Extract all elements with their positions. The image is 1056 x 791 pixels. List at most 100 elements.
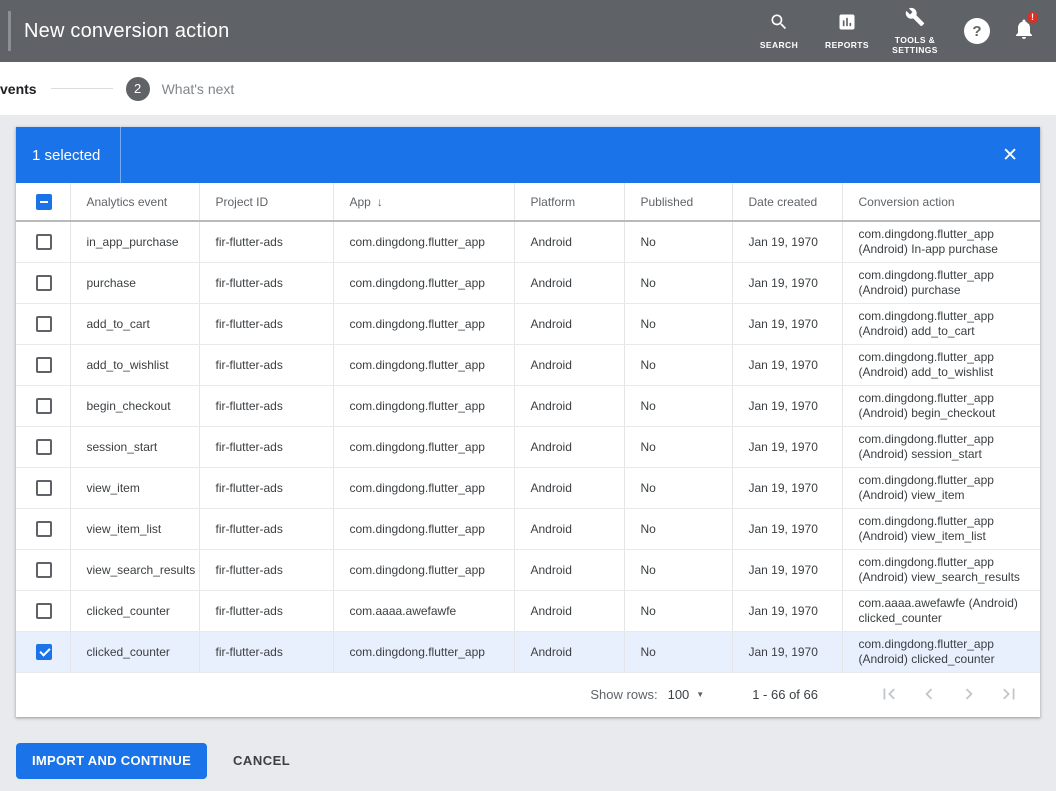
cell-platform: Android xyxy=(514,344,624,385)
cell-platform: Android xyxy=(514,303,624,344)
step2-circle[interactable]: 2 xyxy=(126,77,150,101)
row-checkbox-cell[interactable] xyxy=(16,221,70,262)
cell-published: No xyxy=(624,344,732,385)
table-row[interactable]: add_to_cart fir-flutter-ads com.dingdong… xyxy=(16,303,1040,344)
column-header-date-created[interactable]: Date created xyxy=(732,183,842,221)
row-checkbox[interactable] xyxy=(36,603,52,619)
row-checkbox[interactable] xyxy=(36,357,52,373)
select-all-checkbox[interactable] xyxy=(36,194,52,210)
row-checkbox-cell[interactable] xyxy=(16,549,70,590)
row-checkbox[interactable] xyxy=(36,439,52,455)
cell-date-created: Jan 19, 1970 xyxy=(732,344,842,385)
cell-project-id: fir-flutter-ads xyxy=(199,549,333,590)
table-row[interactable]: view_item fir-flutter-ads com.dingdong.f… xyxy=(16,467,1040,508)
help-icon: ? xyxy=(972,23,981,40)
first-page-icon[interactable] xyxy=(878,683,902,707)
cell-conversion-action: com.dingdong.flutter_app (Android) begin… xyxy=(842,385,1040,426)
row-checkbox[interactable] xyxy=(36,521,52,537)
table-row[interactable]: clicked_counter fir-flutter-ads com.aaaa… xyxy=(16,590,1040,631)
row-checkbox[interactable] xyxy=(36,480,52,496)
table-row[interactable]: session_start fir-flutter-ads com.dingdo… xyxy=(16,426,1040,467)
row-checkbox-cell[interactable] xyxy=(16,344,70,385)
cell-analytics-event: begin_checkout xyxy=(70,385,199,426)
cell-project-id: fir-flutter-ads xyxy=(199,344,333,385)
cell-app: com.dingdong.flutter_app xyxy=(333,303,514,344)
row-checkbox-cell[interactable] xyxy=(16,426,70,467)
cell-date-created: Jan 19, 1970 xyxy=(732,303,842,344)
table-header-row: Analytics event Project ID App↓ Platform… xyxy=(16,183,1040,221)
row-checkbox-cell[interactable] xyxy=(16,508,70,549)
row-checkbox-cell[interactable] xyxy=(16,385,70,426)
row-checkbox-cell[interactable] xyxy=(16,631,70,672)
last-page-icon[interactable] xyxy=(998,683,1022,707)
cell-platform: Android xyxy=(514,467,624,508)
cell-date-created: Jan 19, 1970 xyxy=(732,385,842,426)
table-row[interactable]: add_to_wishlist fir-flutter-ads com.ding… xyxy=(16,344,1040,385)
column-header-analytics-event[interactable]: Analytics event xyxy=(70,183,199,221)
selection-toolbar: 1 selected ✕ xyxy=(16,127,1040,183)
bell-icon xyxy=(1012,28,1036,45)
cell-published: No xyxy=(624,262,732,303)
row-checkbox-cell[interactable] xyxy=(16,467,70,508)
column-header-published[interactable]: Published xyxy=(624,183,732,221)
row-checkbox-cell[interactable] xyxy=(16,590,70,631)
row-checkbox[interactable] xyxy=(36,275,52,291)
column-header-project-id[interactable]: Project ID xyxy=(199,183,333,221)
table-row[interactable]: view_search_results fir-flutter-ads com.… xyxy=(16,549,1040,590)
cell-analytics-event: view_item xyxy=(70,467,199,508)
pagination-range: 1 - 66 of 66 xyxy=(752,687,818,702)
column-header-platform[interactable]: Platform xyxy=(514,183,624,221)
column-header-conversion-action[interactable]: Conversion action xyxy=(842,183,1040,221)
search-icon xyxy=(769,12,789,37)
step1-label-partial[interactable]: vents xyxy=(0,81,37,97)
table-row[interactable]: view_item_list fir-flutter-ads com.dingd… xyxy=(16,508,1040,549)
reports-icon xyxy=(837,12,857,37)
step2-label[interactable]: What's next xyxy=(162,81,235,97)
cell-platform: Android xyxy=(514,590,624,631)
cell-app: com.dingdong.flutter_app xyxy=(333,426,514,467)
action-bar: IMPORT AND CONTINUE CANCEL xyxy=(16,743,1040,779)
cell-project-id: fir-flutter-ads xyxy=(199,303,333,344)
row-checkbox[interactable] xyxy=(36,398,52,414)
cell-conversion-action: com.dingdong.flutter_app (Android) view_… xyxy=(842,508,1040,549)
row-checkbox-cell[interactable] xyxy=(16,303,70,344)
table-row[interactable]: in_app_purchase fir-flutter-ads com.ding… xyxy=(16,221,1040,262)
search-nav-button[interactable]: SEARCH xyxy=(746,12,812,50)
table-row[interactable]: purchase fir-flutter-ads com.dingdong.fl… xyxy=(16,262,1040,303)
table-row[interactable]: clicked_counter fir-flutter-ads com.ding… xyxy=(16,631,1040,672)
column-header-app[interactable]: App↓ xyxy=(333,183,514,221)
appbar: New conversion action SEARCH REPORTS TOO… xyxy=(0,0,1056,62)
cell-analytics-event: add_to_wishlist xyxy=(70,344,199,385)
cell-published: No xyxy=(624,590,732,631)
row-checkbox[interactable] xyxy=(36,562,52,578)
stepper-connector-line xyxy=(51,88,113,89)
row-checkbox[interactable] xyxy=(36,234,52,250)
select-all-cell[interactable] xyxy=(16,183,70,221)
row-checkbox-cell[interactable] xyxy=(16,262,70,303)
table-row[interactable]: begin_checkout fir-flutter-ads com.dingd… xyxy=(16,385,1040,426)
cell-app: com.aaaa.awefawfe xyxy=(333,590,514,631)
notifications-button[interactable]: ! xyxy=(1012,17,1036,46)
previous-page-icon[interactable] xyxy=(918,683,942,707)
close-icon[interactable]: ✕ xyxy=(1002,146,1040,165)
cell-conversion-action: com.dingdong.flutter_app (Android) sessi… xyxy=(842,426,1040,467)
cell-project-id: fir-flutter-ads xyxy=(199,631,333,672)
tools-settings-nav-label: TOOLS & SETTINGS xyxy=(882,35,948,55)
table-body: in_app_purchase fir-flutter-ads com.ding… xyxy=(16,221,1040,672)
cell-conversion-action: com.dingdong.flutter_app (Android) view_… xyxy=(842,549,1040,590)
cell-analytics-event: view_item_list xyxy=(70,508,199,549)
events-panel: 1 selected ✕ Analytics event Project ID … xyxy=(16,127,1040,717)
cell-conversion-action: com.dingdong.flutter_app (Android) click… xyxy=(842,631,1040,672)
row-checkbox[interactable] xyxy=(36,316,52,332)
help-button[interactable]: ? xyxy=(964,18,990,44)
next-page-icon[interactable] xyxy=(958,683,982,707)
show-rows-select[interactable]: 100 ▼ xyxy=(668,687,705,702)
row-checkbox[interactable] xyxy=(36,644,52,660)
cell-app: com.dingdong.flutter_app xyxy=(333,508,514,549)
cancel-button[interactable]: CANCEL xyxy=(233,753,290,768)
cell-date-created: Jan 19, 1970 xyxy=(732,508,842,549)
tools-settings-nav-button[interactable]: TOOLS & SETTINGS xyxy=(882,7,948,55)
notification-badge: ! xyxy=(1025,10,1040,25)
reports-nav-button[interactable]: REPORTS xyxy=(814,12,880,50)
import-and-continue-button[interactable]: IMPORT AND CONTINUE xyxy=(16,743,207,779)
